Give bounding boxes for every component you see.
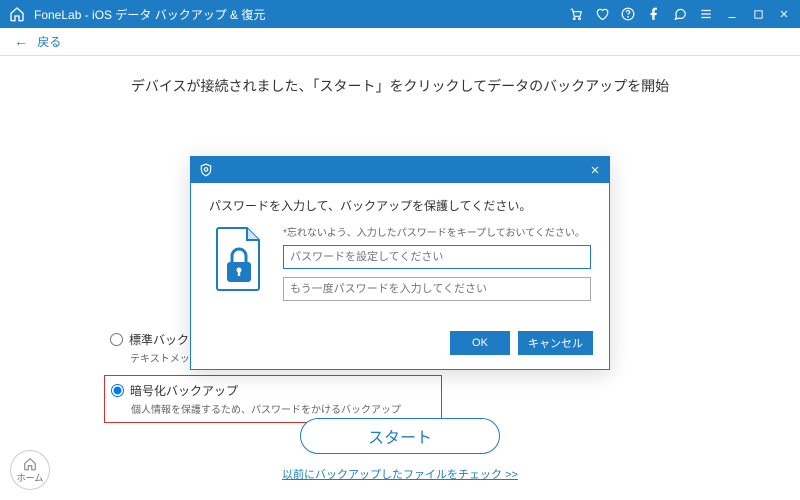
instruction-text: デバイスが接続されました、「スタート」をクリックしてデータのバックアップを開始 <box>0 56 800 96</box>
back-bar: ← 戻る <box>0 28 800 56</box>
home-icon <box>8 5 26 23</box>
start-button[interactable]: スタート <box>300 418 500 454</box>
previous-backup-link[interactable]: 以前にバックアップしたファイルをチェック >> <box>282 466 518 482</box>
modal-fields: *忘れないよう、入力したパスワードをキープしておいてください。 <box>283 224 591 309</box>
modal-close-icon[interactable] <box>589 164 601 176</box>
close-icon[interactable] <box>776 6 792 22</box>
cart-icon[interactable] <box>568 6 584 22</box>
back-label: 戻る <box>37 35 61 49</box>
radio-encrypted-desc: 個人情報を保護するため、パスワードをかけるバックアップ <box>131 401 401 416</box>
home-btn-label: ホーム <box>17 471 44 484</box>
document-lock-icon <box>209 224 269 294</box>
password-modal: パスワードを入力して、バックアップを保護してください。 *忘れないよう、入力した… <box>190 156 610 370</box>
modal-note: *忘れないよう、入力したパスワードをキープしておいてください。 <box>283 224 591 239</box>
menu-icon[interactable] <box>698 6 714 22</box>
modal-cancel-button[interactable]: キャンセル <box>518 331 593 355</box>
modal-ok-button[interactable]: OK <box>450 331 510 355</box>
home-button[interactable]: ホーム <box>10 450 50 490</box>
modal-footer: OK キャンセル <box>191 323 609 369</box>
titlebar: FoneLab - iOS データ バックアップ & 復元 <box>0 0 800 28</box>
modal-titlebar <box>191 157 609 183</box>
minimize-icon[interactable] <box>724 6 740 22</box>
back-button[interactable]: ← 戻る <box>14 33 61 50</box>
password-confirm-input[interactable] <box>283 277 591 301</box>
radio-encrypted[interactable]: 暗号化バックアップ 個人情報を保護するため、パスワードをかけるバックアップ <box>104 375 442 423</box>
home-btn-icon <box>22 457 38 471</box>
facebook-icon[interactable] <box>646 6 662 22</box>
shield-icon <box>199 163 213 177</box>
titlebar-actions <box>568 6 792 22</box>
password-input[interactable] <box>283 245 591 269</box>
main-area: デバイスが接続されました、「スタート」をクリックしてデータのバックアップを開始 … <box>0 56 800 500</box>
app-title: FoneLab - iOS データ バックアップ & 復元 <box>34 6 568 23</box>
radio-encrypted-input[interactable] <box>111 384 124 397</box>
back-arrow-icon: ← <box>14 33 28 49</box>
maximize-icon[interactable] <box>750 6 766 22</box>
feedback-icon[interactable] <box>672 6 688 22</box>
modal-body: パスワードを入力して、バックアップを保護してください。 *忘れないよう、入力した… <box>191 183 609 323</box>
modal-prompt: パスワードを入力して、バックアップを保護してください。 <box>209 197 591 214</box>
radio-standard-input[interactable] <box>110 333 123 346</box>
heart-icon[interactable] <box>594 6 610 22</box>
radio-encrypted-title: 暗号化バックアップ <box>130 382 238 399</box>
help-icon[interactable] <box>620 6 636 22</box>
